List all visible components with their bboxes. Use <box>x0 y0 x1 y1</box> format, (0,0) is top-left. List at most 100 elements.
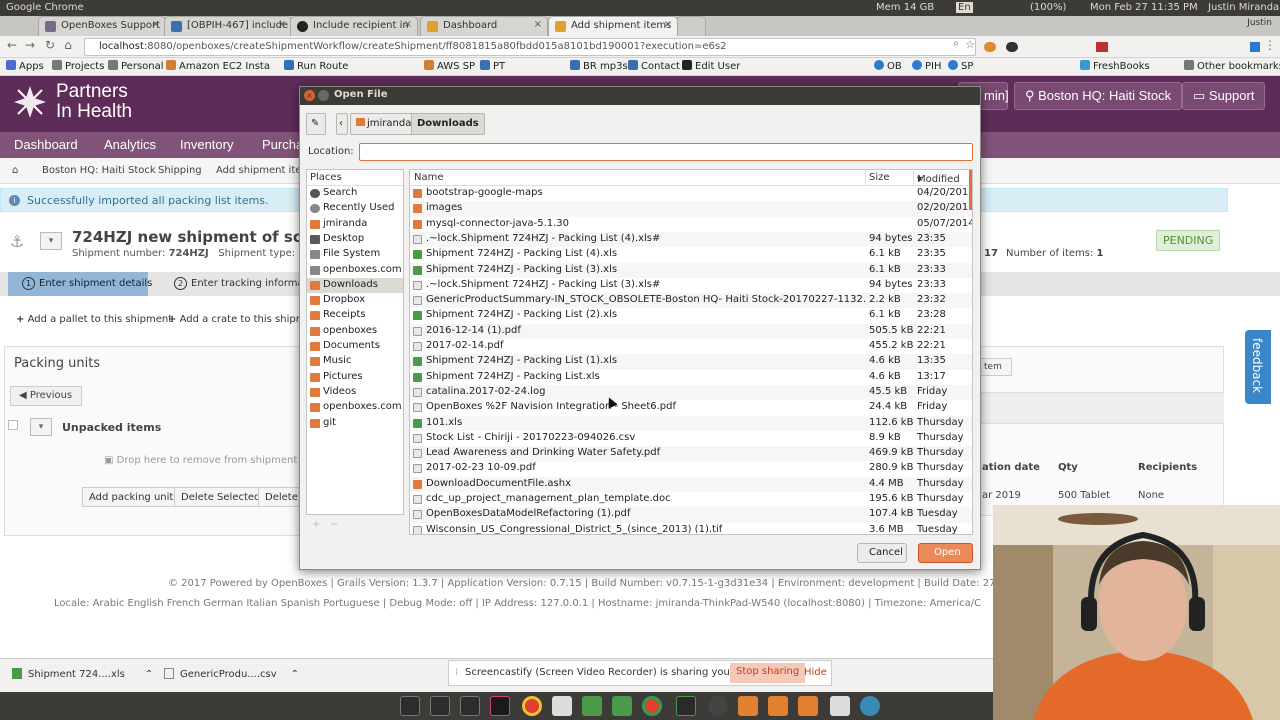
terminal-icon[interactable] <box>400 696 420 716</box>
bookmark-other[interactable]: Other bookmarks <box>1184 60 1280 72</box>
delete-selected-button[interactable]: Delete Selected <box>174 487 268 507</box>
battery-indicator[interactable]: (100%) <box>1030 2 1066 13</box>
place-item[interactable]: Music <box>307 354 403 369</box>
chevron-up-icon[interactable]: ⌃ <box>291 669 299 680</box>
add-packing-units-button[interactable]: Add packing units <box>82 487 186 507</box>
tab-close-icon[interactable]: × <box>664 19 672 30</box>
chrome-icon[interactable] <box>642 696 662 716</box>
nav-analytics[interactable]: Analytics <box>104 137 156 152</box>
partners-in-health-logo-icon[interactable] <box>12 84 48 120</box>
bookmark-run-route[interactable]: Run Route <box>284 60 348 72</box>
place-item[interactable]: Recently Used <box>307 201 403 216</box>
minimize-icon[interactable] <box>318 90 329 101</box>
chevron-up-icon[interactable]: ⌃ <box>145 669 153 680</box>
file-row[interactable]: Shipment 724HZJ - Packing List (2).xls 6.… <box>410 308 972 323</box>
bookmark-freshbooks[interactable]: FreshBooks <box>1080 60 1150 72</box>
place-item[interactable]: openboxes.com <box>307 263 403 278</box>
spreadsheet-icon[interactable] <box>612 696 632 716</box>
breadcrumb-location[interactable]: Boston HQ: Haiti Stock <box>42 165 156 176</box>
brand-name[interactable]: Partners In Health <box>56 82 132 122</box>
file-row[interactable]: OpenBoxes %2F Navision Integration - She… <box>410 400 972 415</box>
place-item[interactable]: Search <box>307 186 403 201</box>
chrome-icon[interactable] <box>522 696 542 716</box>
forward-icon[interactable]: → <box>22 38 38 56</box>
location-input[interactable] <box>359 143 973 161</box>
step-enter-tracking[interactable]: 2 Enter tracking informati <box>174 277 310 290</box>
reload-icon[interactable]: ↻ <box>42 38 58 56</box>
home-icon[interactable]: ⌂ <box>60 38 76 56</box>
spreadsheet-icon[interactable] <box>582 696 602 716</box>
bookmark-edit-user[interactable]: Edit User <box>682 60 740 72</box>
unpacked-actions-dropdown[interactable]: ▾ <box>30 418 52 436</box>
close-icon[interactable]: × <box>304 90 315 101</box>
breadcrumb-shipping[interactable]: Shipping <box>158 165 202 176</box>
tab-close-icon[interactable]: × <box>534 19 542 30</box>
terminal-icon[interactable] <box>430 696 450 716</box>
nav-dashboard[interactable]: Dashboard <box>14 137 78 152</box>
cancel-button[interactable]: Cancel <box>857 543 907 563</box>
extension-icon[interactable] <box>1096 42 1108 52</box>
settings-icon[interactable] <box>708 696 728 716</box>
bookmark-sp[interactable]: SP <box>948 60 973 72</box>
previous-button[interactable]: ◀ Previous <box>10 386 82 406</box>
place-item[interactable]: Documents <box>307 339 403 354</box>
place-item[interactable]: Desktop <box>307 232 403 247</box>
path-back-button[interactable]: ‹ <box>336 113 348 135</box>
browser-tab[interactable]: [OBPIH-467] include × <box>164 16 292 36</box>
file-row[interactable]: bootstrap-google-maps 04/20/2015 <box>410 186 972 201</box>
file-row[interactable]: 2017-02-23 10-09.pdf 280.9 kB Thursday <box>410 461 972 476</box>
back-icon[interactable]: ← <box>4 38 20 56</box>
file-row[interactable]: cdc_up_project_management_plan_template.… <box>410 492 972 507</box>
path-segment-home[interactable]: jmiranda <box>350 113 418 135</box>
extension-icon[interactable] <box>984 42 996 52</box>
bookmark-pt[interactable]: PT <box>480 60 505 72</box>
file-row[interactable]: 2017-02-14.pdf 455.2 kB 22:21 <box>410 339 972 354</box>
bookmark-aws-sp[interactable]: AWS SP <box>424 60 475 72</box>
nav-purchasing[interactable]: Purcha <box>262 137 303 152</box>
extension-icon[interactable] <box>1006 42 1018 52</box>
tab-close-icon[interactable]: × <box>152 19 160 30</box>
bookmark-projects[interactable]: Projects <box>52 60 104 72</box>
file-row[interactable]: .~lock.Shipment 724HZJ - Packing List (4… <box>410 231 972 248</box>
download-item-xls[interactable]: Shipment 724....xls ⌃ <box>12 668 153 680</box>
memory-indicator[interactable]: Mem 14 GB <box>876 2 934 13</box>
file-row[interactable]: Wisconsin_US_Congressional_District_5_(s… <box>410 523 972 534</box>
breadcrumb-home-icon[interactable]: ⌂ <box>12 165 18 176</box>
place-item[interactable]: Videos <box>307 385 403 400</box>
place-item[interactable]: openboxes <box>307 324 403 339</box>
select-all-checkbox[interactable] <box>8 420 18 430</box>
bookmark-br-mp3s[interactable]: BR mp3s <box>570 60 628 72</box>
place-item[interactable]: Downloads <box>307 277 403 293</box>
location-button[interactable]: ⚲ Boston HQ: Haiti Stock <box>1014 82 1183 110</box>
type-location-button[interactable]: ✎ <box>306 113 326 135</box>
bookmark-personal[interactable]: Personal <box>108 60 164 72</box>
bookmark-contact[interactable]: Contact <box>628 60 680 72</box>
user-menu[interactable]: Justin Miranda <box>1208 2 1279 13</box>
file-row[interactable]: Shipment 724HZJ - Packing List (3).xls 6.… <box>410 262 972 278</box>
file-row[interactable]: Lead Awareness and Drinking Water Safety… <box>410 446 972 462</box>
actions-dropdown-button[interactable]: ▾ <box>40 232 62 250</box>
add-item-button[interactable]: tem <box>980 358 1012 376</box>
add-pallet-button[interactable]: + Add a pallet to this shipment <box>16 314 172 325</box>
bookmark-star-icon[interactable]: ☆ <box>962 38 978 56</box>
files-icon[interactable] <box>738 696 758 716</box>
browser-tab-active[interactable]: Add shipment items × <box>548 16 678 36</box>
support-button[interactable]: ▭ Support <box>1182 82 1266 110</box>
new-tab-button[interactable] <box>676 16 706 36</box>
place-item[interactable]: Dropbox <box>307 293 403 308</box>
dialog-titlebar[interactable]: Open File <box>300 87 980 105</box>
tab-close-icon[interactable]: × <box>278 19 286 30</box>
disk-usage-icon[interactable] <box>860 696 880 716</box>
bookmark-amazon-ec2[interactable]: Amazon EC2 Insta <box>166 60 270 72</box>
column-name[interactable]: Name <box>414 172 444 183</box>
nav-inventory[interactable]: Inventory <box>180 137 233 152</box>
place-item[interactable]: Receipts <box>307 308 403 323</box>
file-row[interactable]: DownloadDocumentFile.ashx 4.4 MB Thursday <box>410 476 972 492</box>
browser-tab[interactable]: Dashboard × <box>420 16 548 36</box>
add-bookmark-icon[interactable]: + <box>312 519 320 530</box>
file-row[interactable]: Shipment 724HZJ - Packing List (1).xls 4.… <box>410 354 972 370</box>
place-item[interactable]: jmiranda <box>307 217 403 232</box>
chrome-profile-name[interactable]: Justin <box>1247 18 1272 28</box>
file-row[interactable]: catalina.2017-02-24.log 45.5 kB Friday <box>410 384 972 401</box>
place-item[interactable]: Pictures <box>307 370 403 385</box>
